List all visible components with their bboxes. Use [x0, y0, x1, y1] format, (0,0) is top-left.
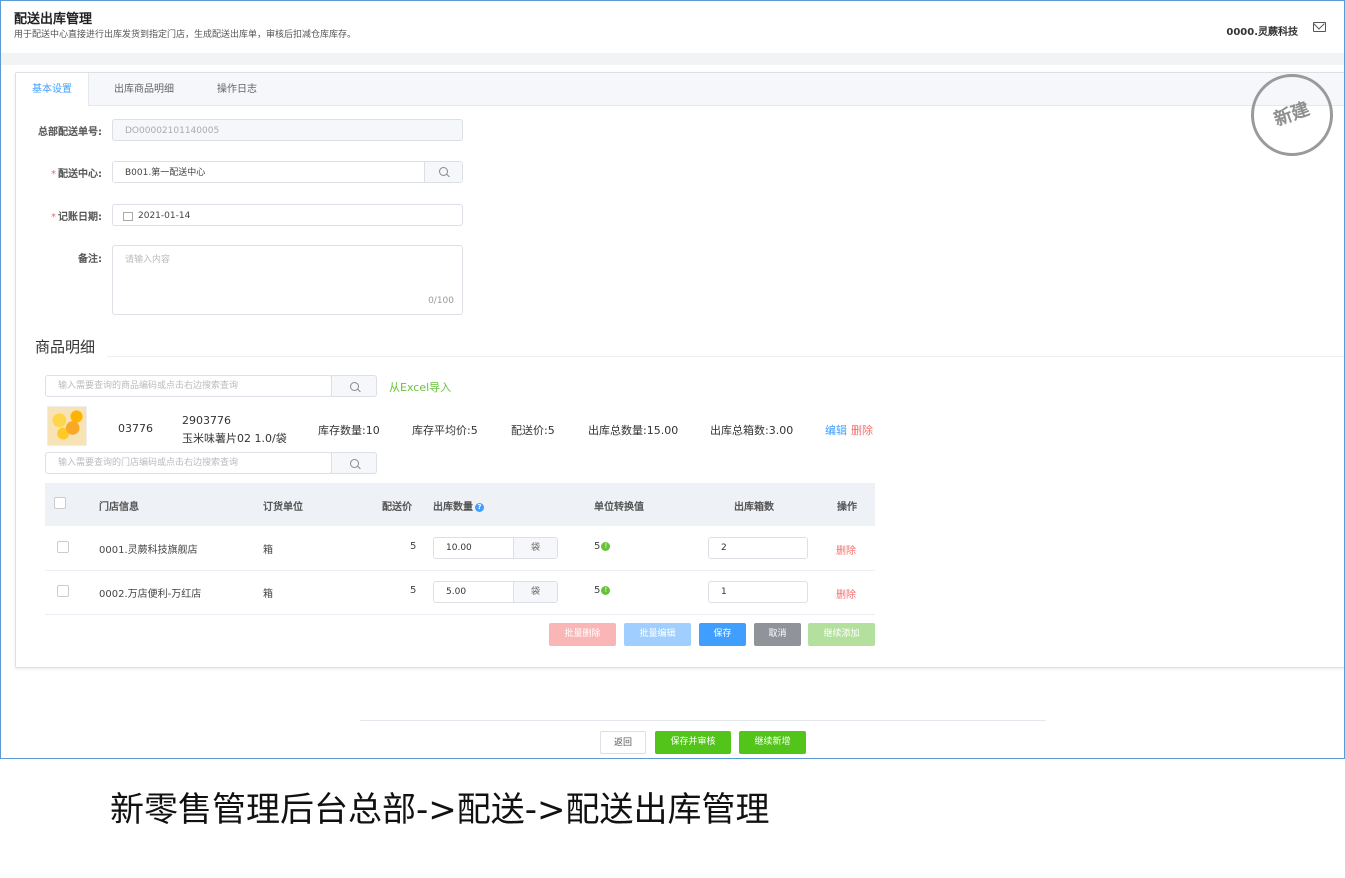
search-icon [350, 382, 359, 391]
info-icon: ! [601, 541, 611, 551]
remark-label: 备注: [78, 254, 102, 265]
product-stock: 库存数量:10 [318, 424, 380, 437]
order-no-label: 总部配送单号: [38, 127, 102, 138]
status-stamp: 新建 [1251, 74, 1333, 156]
tab-operation-log[interactable]: 操作日志 [201, 73, 273, 105]
date-label: * 记账日期: [51, 212, 102, 223]
batch-edit-button[interactable]: 批量编辑 [624, 623, 691, 646]
remark-placeholder: 请输入内容 [125, 255, 171, 265]
row-qty-unit: 袋 [513, 582, 557, 602]
row-qty-input[interactable]: 5.00 袋 [433, 581, 558, 603]
row-delete-link[interactable]: 删除 [836, 586, 856, 601]
continue-new-button[interactable]: 继续新增 [739, 731, 806, 754]
save-button[interactable]: 保存 [699, 623, 746, 646]
date-field[interactable]: 2021-01-14 [112, 204, 463, 226]
th-qty: 出库数量? [433, 498, 484, 513]
product-search-input[interactable]: 输入需要查询的商品编码或点击右边搜索查询 [45, 375, 332, 397]
row-price: 5 [410, 585, 417, 596]
header-separator [1, 53, 1344, 65]
row-store: 0001.灵蕨科技旗舰店 [99, 545, 198, 556]
row-boxes-input[interactable]: 2 [708, 537, 808, 559]
page-title: 配送出库管理 [14, 12, 93, 27]
section-title: 商品明细 [35, 338, 96, 356]
remark-counter: 0/100 [428, 296, 454, 306]
back-button[interactable]: 返回 [600, 731, 646, 754]
page-description: 用于配送中心直接进行出库发货到指定门店，生成配送出库单，审核后扣减仓库库存。 [14, 30, 357, 40]
th-unit: 订货单位 [263, 502, 303, 513]
center-field[interactable]: B001.第一配送中心 [112, 161, 463, 183]
select-all-checkbox[interactable] [54, 497, 66, 509]
row-store: 0002.万店便利-万红店 [99, 589, 202, 600]
product-edit-link[interactable]: 编辑 [825, 422, 847, 438]
center-value: B001.第一配送中心 [125, 168, 206, 178]
product-code: 03776 [118, 422, 153, 435]
excel-import-link[interactable]: 从Excel导入 [389, 379, 451, 395]
row-delete-link[interactable]: 删除 [836, 542, 856, 557]
app-window: 配送出库管理 用于配送中心直接进行出库发货到指定门店，生成配送出库单，审核后扣减… [0, 0, 1345, 759]
product-search-button[interactable] [331, 375, 377, 397]
batch-delete-button[interactable]: 批量删除 [549, 623, 616, 646]
product-image [47, 406, 87, 446]
product-delete-link[interactable]: 删除 [851, 422, 873, 438]
row-divider [45, 570, 875, 571]
th-store: 门店信息 [99, 502, 139, 513]
row-divider [45, 614, 875, 615]
calendar-icon [123, 212, 133, 221]
th-ops: 操作 [837, 502, 857, 513]
row-unit: 箱 [263, 545, 273, 556]
product-dist-price: 配送价:5 [511, 424, 555, 437]
row-checkbox[interactable] [57, 541, 69, 553]
tab-product-details[interactable]: 出库商品明细 [98, 73, 190, 105]
search-icon [439, 167, 448, 176]
row-price: 5 [410, 541, 417, 552]
user-name[interactable]: 0000.灵蕨科技 [1226, 23, 1298, 38]
th-conv: 单位转换值 [594, 502, 644, 513]
save-audit-button[interactable]: 保存并审核 [655, 731, 731, 754]
center-label: * 配送中心: [51, 169, 102, 180]
center-search-button[interactable] [424, 162, 462, 182]
row-qty-unit: 袋 [513, 538, 557, 558]
table-header: 门店信息 订货单位 配送价 出库数量? 单位转换值 出库箱数 操作 [45, 483, 875, 526]
product-total-boxes: 出库总箱数:3.00 [710, 424, 794, 437]
product-name: 玉米味薯片02 1.0/袋 [182, 432, 287, 445]
product-barcode: 2903776 [182, 414, 231, 427]
order-no-field: DO00002101140005 [112, 119, 463, 141]
footer-divider [360, 720, 1046, 721]
info-icon: ! [601, 585, 611, 595]
row-boxes-input[interactable]: 1 [708, 581, 808, 603]
product-avg-price: 库存平均价:5 [412, 424, 478, 437]
continue-add-button[interactable]: 继续添加 [808, 623, 875, 646]
breadcrumb-caption: 新零售管理后台总部->配送->配送出库管理 [110, 790, 770, 830]
search-icon [350, 459, 359, 468]
section-divider [107, 356, 1344, 357]
tab-bar: 基本设置 出库商品明细 操作日志 [16, 73, 1344, 106]
date-value: 2021-01-14 [138, 211, 191, 221]
cancel-button[interactable]: 取消 [754, 623, 801, 646]
row-conv: 5! [594, 585, 611, 596]
th-boxes: 出库箱数 [734, 502, 774, 513]
tab-basic-settings[interactable]: 基本设置 [16, 73, 89, 106]
row-qty-input[interactable]: 10.00 袋 [433, 537, 558, 559]
th-price: 配送价 [382, 502, 412, 513]
mail-icon[interactable] [1313, 22, 1326, 32]
product-total-qty: 出库总数量:15.00 [588, 424, 679, 437]
store-search-input[interactable]: 输入需要查询的门店编码或点击右边搜索查询 [45, 452, 332, 474]
remark-textarea[interactable]: 请输入内容 0/100 [112, 245, 463, 315]
row-conv: 5! [594, 541, 611, 552]
store-search-button[interactable] [331, 452, 377, 474]
row-unit: 箱 [263, 589, 273, 600]
row-checkbox[interactable] [57, 585, 69, 597]
help-icon[interactable]: ? [475, 502, 484, 512]
